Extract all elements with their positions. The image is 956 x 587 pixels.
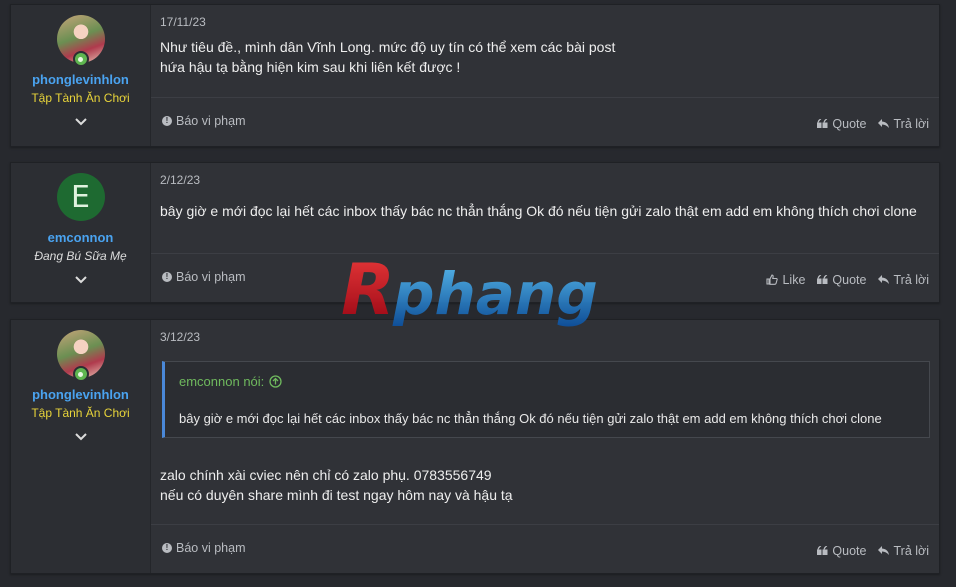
chevron-down-icon[interactable] (74, 432, 88, 442)
post-date[interactable]: 3/12/23 (151, 320, 939, 344)
thumbs-up-icon (766, 274, 779, 285)
online-status-icon (72, 51, 89, 67)
info-icon: ! (162, 115, 172, 126)
message-line: zalo chính xài cviec nên chỉ có zalo phụ… (160, 467, 492, 483)
message-body: zalo chính xài cviec nên chỉ có zalo phụ… (151, 438, 939, 505)
quote-block: emconnon nói: bây giờ e mới đọc lại hết … (162, 361, 930, 438)
reply-icon (878, 119, 890, 128)
reply-icon (878, 546, 890, 555)
like-label: Like (782, 272, 806, 287)
reply-button[interactable]: Trả lời (878, 273, 929, 287)
report-link[interactable]: ! Báo vi phạm (162, 541, 245, 555)
reply-button[interactable]: Trả lời (878, 117, 929, 131)
quote-label: Quote (832, 272, 867, 287)
post-actions: Like Quote Trả lời (766, 273, 929, 287)
chevron-down-icon[interactable] (74, 117, 88, 127)
reply-label: Trả lời (893, 543, 929, 558)
username[interactable]: emconnon (48, 230, 114, 245)
quote-text: bây giờ e mới đọc lại hết các inbox thấy… (179, 411, 882, 426)
report-label: Báo vi phạm (176, 540, 246, 555)
quote-button[interactable]: Quote (817, 544, 866, 558)
avatar-wrap: E (56, 173, 105, 221)
quote-button[interactable]: Quote (817, 117, 866, 131)
report-link[interactable]: ! Báo vi phạm (162, 270, 245, 284)
user-title: Tập Tành Ăn Chơi (31, 91, 130, 105)
message-body: Như tiêu đề., mình dân Vĩnh Long. mức độ… (151, 29, 939, 77)
quote-label: Quote (832, 543, 867, 558)
user-cell: phonglevinhlon Tập Tành Ăn Chơi (11, 5, 151, 146)
post-date[interactable]: 2/12/23 (151, 163, 939, 187)
report-label: Báo vi phạm (176, 113, 246, 128)
message-cell: 17/11/23 Như tiêu đề., mình dân Vĩnh Lon… (151, 5, 939, 146)
user-cell: phonglevinhlon Tập Tành Ăn Chơi (11, 320, 151, 573)
quote-header[interactable]: emconnon nói: (165, 362, 929, 391)
user-cell: E emconnon Đang Bú Sữa Mẹ (11, 163, 151, 302)
report-link[interactable]: ! Báo vi phạm (162, 114, 245, 128)
user-title: Đang Bú Sữa Mẹ (34, 249, 127, 263)
post-3: phonglevinhlon Tập Tành Ăn Chơi 3/12/23 … (10, 319, 940, 574)
quote-icon (817, 119, 828, 128)
post-footer: ! Báo vi phạm Like Quote Trả lời (151, 253, 939, 302)
post-2: E emconnon Đang Bú Sữa Mẹ 2/12/23 bây gi… (10, 162, 940, 303)
post-actions: Quote Trả lời (817, 117, 929, 131)
post-date[interactable]: 17/11/23 (151, 5, 939, 29)
post-actions: Quote Trả lời (817, 544, 929, 558)
info-icon: ! (162, 271, 172, 282)
like-button[interactable]: Like (766, 273, 805, 287)
quote-author[interactable]: emconnon nói: (179, 374, 264, 389)
reply-icon (878, 275, 890, 284)
avatar[interactable]: E (56, 173, 105, 221)
reply-button[interactable]: Trả lời (878, 544, 929, 558)
post-footer: ! Báo vi phạm Quote Trả lời (151, 524, 939, 573)
message-line: Như tiêu đề., mình dân Vĩnh Long. mức độ… (160, 39, 616, 55)
username[interactable]: phonglevinhlon (32, 72, 129, 87)
username[interactable]: phonglevinhlon (32, 387, 129, 402)
reply-label: Trả lời (893, 272, 929, 287)
quote-label: Quote (832, 116, 867, 131)
arrow-up-circle-icon[interactable] (269, 375, 282, 388)
message-line: bây giờ e mới đọc lại hết các inbox thấy… (160, 203, 917, 219)
chevron-down-icon[interactable] (74, 275, 88, 285)
post-footer: ! Báo vi phạm Quote Trả lời (151, 97, 939, 146)
message-cell: 2/12/23 bây giờ e mới đọc lại hết các in… (151, 163, 939, 302)
report-label: Báo vi phạm (176, 269, 246, 284)
avatar-wrap (56, 15, 105, 67)
message-body: bây giờ e mới đọc lại hết các inbox thấy… (151, 187, 939, 221)
message-line: nếu có duyên share mình đi test ngay hôm… (160, 487, 513, 503)
quote-icon (817, 546, 828, 555)
reply-label: Trả lời (893, 116, 929, 131)
online-status-icon (72, 366, 89, 382)
quote-button[interactable]: Quote (817, 273, 866, 287)
message-cell: 3/12/23 emconnon nói: bây giờ e mới đọc … (151, 320, 939, 573)
info-icon: ! (162, 542, 172, 553)
avatar-wrap (56, 330, 105, 382)
message-line: hứa hậu tạ bằng hiện kim sau khi liên kế… (160, 59, 461, 75)
post-1: phonglevinhlon Tập Tành Ăn Chơi 17/11/23… (10, 4, 940, 147)
quote-icon (817, 275, 828, 284)
user-title: Tập Tành Ăn Chơi (31, 406, 130, 420)
